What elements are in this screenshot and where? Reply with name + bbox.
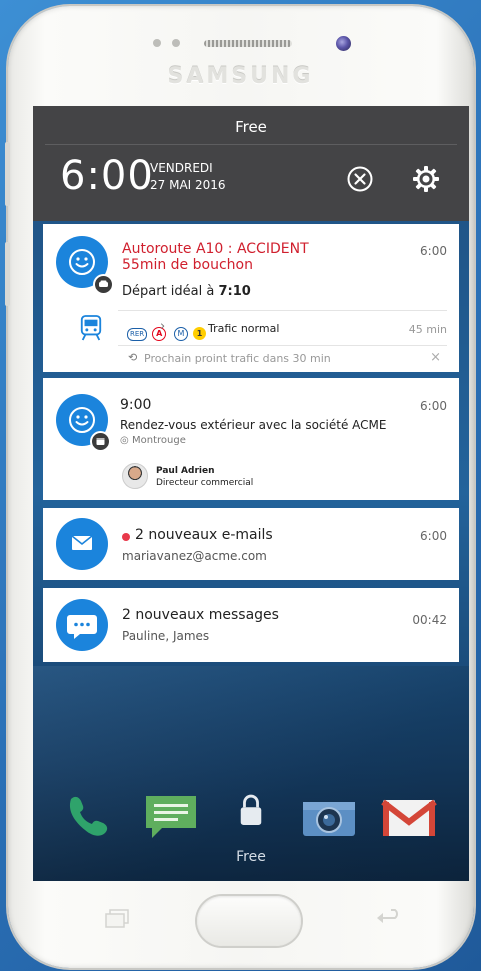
chevron-right-icon: ›	[160, 319, 166, 334]
divider	[118, 345, 447, 346]
divider	[45, 144, 457, 145]
settings-gear-icon[interactable]	[412, 165, 440, 193]
train-icon	[80, 315, 102, 341]
notification-messages[interactable]: 2 nouveaux messages 00:42 Pauline, James	[43, 588, 459, 662]
meeting-location: Montrouge	[132, 435, 186, 446]
back-icon[interactable]	[373, 908, 403, 928]
volume-key[interactable]	[5, 142, 10, 206]
unread-dot-icon	[122, 533, 130, 541]
meeting-subject: Rendez-vous extérieur avec la société AC…	[120, 418, 387, 432]
traffic-title: Autoroute A10 : ACCIDENT	[122, 241, 309, 257]
notification-time: 00:42	[412, 613, 447, 627]
next-check-text: Prochain proint trafic dans 30 min	[144, 352, 331, 365]
mail-app-icon	[56, 518, 108, 570]
sensor-icon	[172, 39, 180, 47]
messages-title: 2 nouveaux messages	[122, 607, 279, 623]
departure-time: 7:10	[218, 284, 251, 299]
rer-label: RER	[127, 328, 148, 341]
recent-apps-icon[interactable]	[102, 908, 132, 928]
earpiece-speaker	[204, 40, 292, 47]
clear-all-icon[interactable]	[347, 166, 373, 192]
notification-emails[interactable]: 2 nouveaux e-mails 6:00 mariavanez@acme.…	[43, 508, 459, 580]
dock	[33, 786, 469, 846]
metro-label: M	[174, 327, 188, 341]
date-label: 27 MAI 2016	[150, 178, 226, 192]
meeting-time: 9:00	[120, 397, 152, 413]
notification-time: 6:00	[420, 399, 447, 413]
camera-icon[interactable]	[301, 796, 357, 840]
calendar-badge-icon	[90, 431, 111, 452]
traffic-delay: 55min de bouchon	[122, 257, 253, 273]
carrier-label: Free	[235, 118, 267, 136]
departure-text: Départ idéal à 7:10	[122, 284, 251, 299]
lock-icon[interactable]	[237, 792, 265, 830]
contact-role: Directeur commercial	[156, 478, 254, 488]
clock: 6:00	[60, 153, 154, 199]
carrier-label: Free	[236, 849, 266, 865]
departure-prefix: Départ idéal à	[122, 284, 219, 299]
screen: Free 6:00 VENDREDI 27 MAI 2016 Autoroute…	[33, 106, 469, 881]
history-icon: ⟲	[128, 351, 138, 364]
notification-meeting[interactable]: 9:00 6:00 Rendez-vous extérieur avec la …	[43, 378, 459, 500]
messaging-app-icon	[56, 599, 108, 651]
transit-duration: 45 min	[408, 323, 447, 336]
dismiss-icon[interactable]: ×	[430, 350, 441, 365]
volume-key-lower[interactable]	[5, 242, 10, 306]
sensor-icon	[153, 39, 161, 47]
notification-header: Free 6:00 VENDREDI 27 MAI 2016	[33, 106, 469, 221]
messages-icon[interactable]	[143, 792, 199, 842]
contact-avatar	[122, 463, 148, 489]
transit-status: Trafic normal	[208, 322, 280, 335]
metro-badge: M 1	[174, 321, 207, 341]
front-camera-icon	[336, 36, 351, 51]
message-senders: Pauline, James	[122, 629, 210, 643]
metro-line-1: 1	[193, 327, 207, 340]
notification-time: 6:00	[420, 244, 447, 258]
day-label: VENDREDI	[150, 161, 213, 175]
brand-logo: SAMSUNG	[167, 64, 314, 89]
email-sender: mariavanez@acme.com	[122, 549, 267, 563]
car-badge-icon	[93, 274, 114, 295]
emails-title: 2 nouveaux e-mails	[135, 527, 273, 543]
contact-name: Paul Adrien	[156, 466, 215, 476]
gmail-icon[interactable]	[381, 796, 437, 840]
home-button[interactable]	[197, 896, 301, 946]
divider	[118, 310, 447, 311]
notification-time: 6:00	[420, 529, 447, 543]
notification-traffic[interactable]: Autoroute A10 : ACCIDENT 55min de boucho…	[43, 224, 459, 372]
phone-icon[interactable]	[63, 791, 113, 841]
location-pin-icon: ◎	[120, 435, 129, 446]
